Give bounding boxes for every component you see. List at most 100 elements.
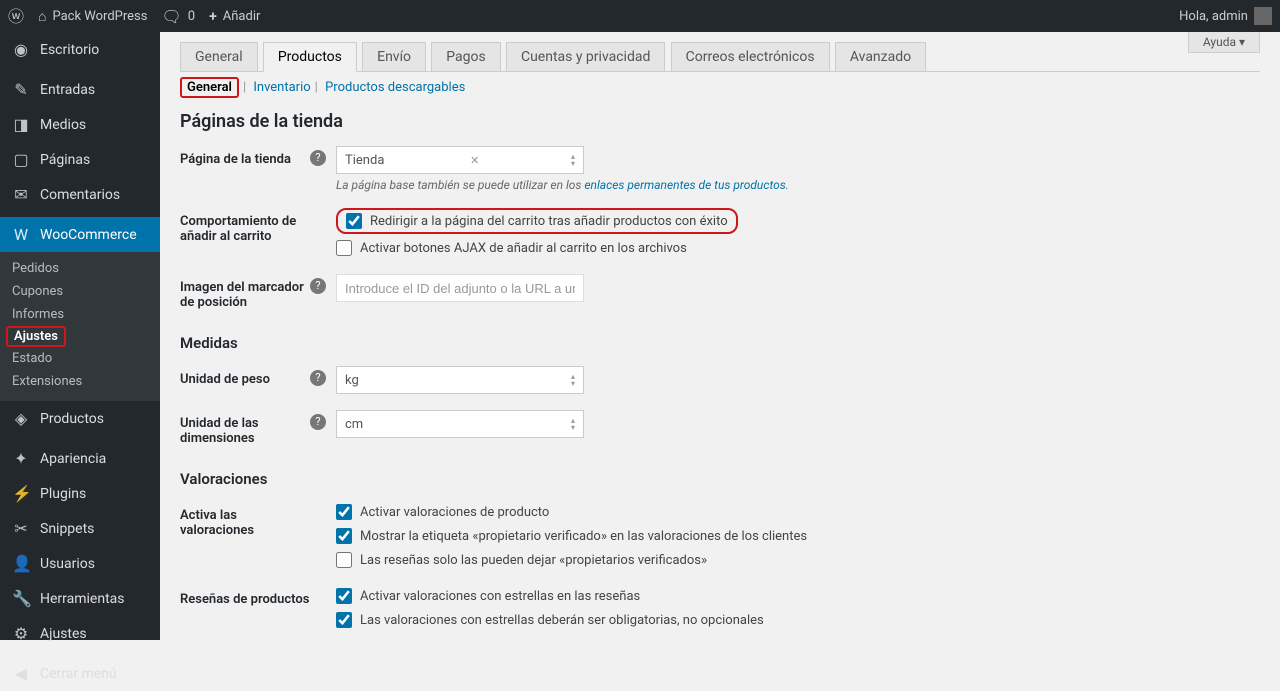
site-name: Pack WordPress: [52, 9, 147, 24]
media-icon: ◨: [12, 115, 30, 134]
sub-settings[interactable]: Ajustes: [6, 326, 66, 347]
checkbox-label: Las valoraciones con estrellas deberán s…: [360, 613, 764, 628]
sublink-downloadable[interactable]: Productos descargables: [325, 80, 465, 95]
wp-logo[interactable]: ⓦ: [8, 8, 24, 24]
select-value: kg: [345, 373, 359, 388]
checkbox-label: Mostrar la etiqueta «propietario verific…: [360, 529, 807, 544]
heading-measures: Medidas: [180, 334, 1260, 352]
label-shop-page: Página de la tienda: [180, 146, 310, 192]
tab-products[interactable]: Productos: [263, 42, 357, 72]
label-placeholder-image: Imagen del marcador de posición: [180, 274, 310, 310]
sidebar-item-snippets[interactable]: ✂Snippets: [0, 511, 160, 546]
checkbox-show-verified[interactable]: Mostrar la etiqueta «propietario verific…: [336, 526, 1260, 546]
sub-extensions[interactable]: Extensiones: [0, 370, 160, 393]
sub-sections: General| Inventario| Productos descargab…: [180, 80, 1260, 95]
collapse-icon: ◀: [12, 664, 30, 683]
admin-sidebar: ◉Escritorio ✎Entradas ◨Medios ▢Páginas ✉…: [0, 32, 160, 640]
tab-advanced[interactable]: Avanzado: [835, 42, 926, 71]
sidebar-item-appearance[interactable]: ✦ Apariencia: [0, 441, 160, 476]
sidebar-label: Plugins: [40, 486, 86, 502]
sub-reports[interactable]: Informes: [0, 303, 160, 326]
brush-icon: ✦: [12, 449, 30, 468]
sidebar-item-users[interactable]: 👤Usuarios: [0, 546, 160, 581]
clear-icon[interactable]: ✕: [470, 154, 485, 167]
add-new-link[interactable]: +Añadir: [209, 9, 260, 24]
tab-general[interactable]: General: [180, 42, 258, 71]
input-placeholder-image[interactable]: [336, 274, 584, 302]
sublink-inventory[interactable]: Inventario: [253, 80, 310, 95]
page-icon: ▢: [12, 150, 30, 169]
sidebar-collapse[interactable]: ◀Cerrar menú: [0, 656, 160, 691]
sidebar-item-settings[interactable]: ⚙Ajustes: [0, 616, 160, 651]
woocommerce-icon: W: [12, 225, 30, 244]
help-icon[interactable]: ?: [310, 278, 326, 294]
sidebar-label: Entradas: [40, 82, 95, 98]
sidebar-item-posts[interactable]: ✎Entradas: [0, 72, 160, 107]
chevron-down-icon: ▾: [1239, 35, 1245, 49]
sidebar-item-plugins[interactable]: ⚡ Plugins: [0, 476, 160, 511]
checkbox-input[interactable]: [336, 612, 352, 628]
checkbox-input[interactable]: [346, 213, 362, 229]
label-enable-reviews: Activa las valoraciones: [180, 502, 310, 570]
comments-link[interactable]: 🗨0: [161, 8, 195, 24]
sidebar-item-dashboard[interactable]: ◉Escritorio: [0, 32, 160, 67]
admin-bar: ⓦ ⌂Pack WordPress 🗨0 +Añadir Hola, admin: [0, 0, 1280, 32]
tab-accounts[interactable]: Cuentas y privacidad: [506, 42, 665, 71]
checkbox-ajax-add[interactable]: Activar botones AJAX de añadir al carrit…: [336, 238, 738, 258]
checkbox-label: Las reseñas solo las pueden dejar «propi…: [360, 553, 707, 568]
dropdown-arrow-icon: ▴▾: [571, 373, 575, 387]
sub-orders[interactable]: Pedidos: [0, 257, 160, 280]
heading-shop-pages: Páginas de la tienda: [180, 111, 1260, 132]
howdy-link[interactable]: Hola, admin: [1179, 7, 1272, 25]
checkbox-label: Redirigir a la página del carrito tras a…: [370, 214, 728, 229]
select-shop-page[interactable]: Tienda ✕ ▴▾: [336, 146, 584, 174]
site-name-link[interactable]: ⌂Pack WordPress: [38, 9, 147, 24]
avatar: [1254, 7, 1272, 25]
sublink-general[interactable]: General: [180, 77, 239, 98]
checkbox-only-verified[interactable]: Las reseñas solo las pueden dejar «propi…: [336, 550, 1260, 570]
checkbox-stars-required[interactable]: Las valoraciones con estrellas deberán s…: [336, 610, 1260, 630]
help-icon[interactable]: ?: [310, 414, 326, 430]
sub-status[interactable]: Estado: [0, 347, 160, 370]
sidebar-item-media[interactable]: ◨Medios: [0, 107, 160, 142]
select-value: Tienda: [345, 153, 384, 168]
checkbox-star-ratings[interactable]: Activar valoraciones con estrellas en la…: [336, 586, 1260, 606]
main-content: Ayuda ▾ General Productos Envío Pagos Cu…: [160, 32, 1280, 640]
sidebar-label: Apariencia: [40, 451, 106, 467]
sidebar-item-woocommerce[interactable]: WWooCommerce: [0, 217, 160, 252]
help-icon[interactable]: ?: [310, 150, 326, 166]
select-dimension-unit[interactable]: cm ▴▾: [336, 410, 584, 438]
checkbox-input[interactable]: [336, 528, 352, 544]
sidebar-item-comments[interactable]: ✉Comentarios: [0, 177, 160, 212]
checkbox-input[interactable]: [336, 588, 352, 604]
permalink-link[interactable]: enlaces permanentes de tus productos: [584, 178, 785, 192]
select-weight-unit[interactable]: kg ▴▾: [336, 366, 584, 394]
label-product-ratings: Reseñas de productos: [180, 586, 310, 630]
tab-emails[interactable]: Correos electrónicos: [671, 42, 830, 71]
users-icon: 👤: [12, 554, 30, 573]
select-value: cm: [345, 417, 363, 432]
plus-icon: +: [209, 10, 217, 24]
sidebar-item-products[interactable]: ◈Productos: [0, 401, 160, 436]
comment-icon: 🗨: [161, 9, 181, 25]
help-label: Ayuda: [1203, 35, 1236, 49]
help-tab[interactable]: Ayuda ▾: [1188, 32, 1260, 53]
woocommerce-submenu: Pedidos Cupones Informes Ajustes Estado …: [0, 252, 160, 401]
checkbox-label: Activar valoraciones de producto: [360, 505, 549, 520]
dropdown-arrow-icon: ▴▾: [571, 153, 575, 167]
dashboard-icon: ◉: [12, 40, 30, 59]
checkbox-redirect-after-add[interactable]: Redirigir a la página del carrito tras a…: [336, 208, 738, 234]
help-icon[interactable]: ?: [310, 370, 326, 386]
sidebar-item-pages[interactable]: ▢Páginas: [0, 142, 160, 177]
sidebar-label: Ajustes: [40, 626, 87, 642]
sidebar-item-tools[interactable]: 🔧Herramientas: [0, 581, 160, 616]
checkbox-input[interactable]: [336, 240, 352, 256]
checkbox-input[interactable]: [336, 552, 352, 568]
plugin-icon: ⚡: [12, 484, 30, 503]
tab-payments[interactable]: Pagos: [431, 42, 500, 71]
checkbox-input[interactable]: [336, 504, 352, 520]
sub-coupons[interactable]: Cupones: [0, 280, 160, 303]
checkbox-enable-product-reviews[interactable]: Activar valoraciones de producto: [336, 502, 1260, 522]
sidebar-label: Snippets: [40, 521, 94, 537]
tab-shipping[interactable]: Envío: [362, 42, 426, 71]
